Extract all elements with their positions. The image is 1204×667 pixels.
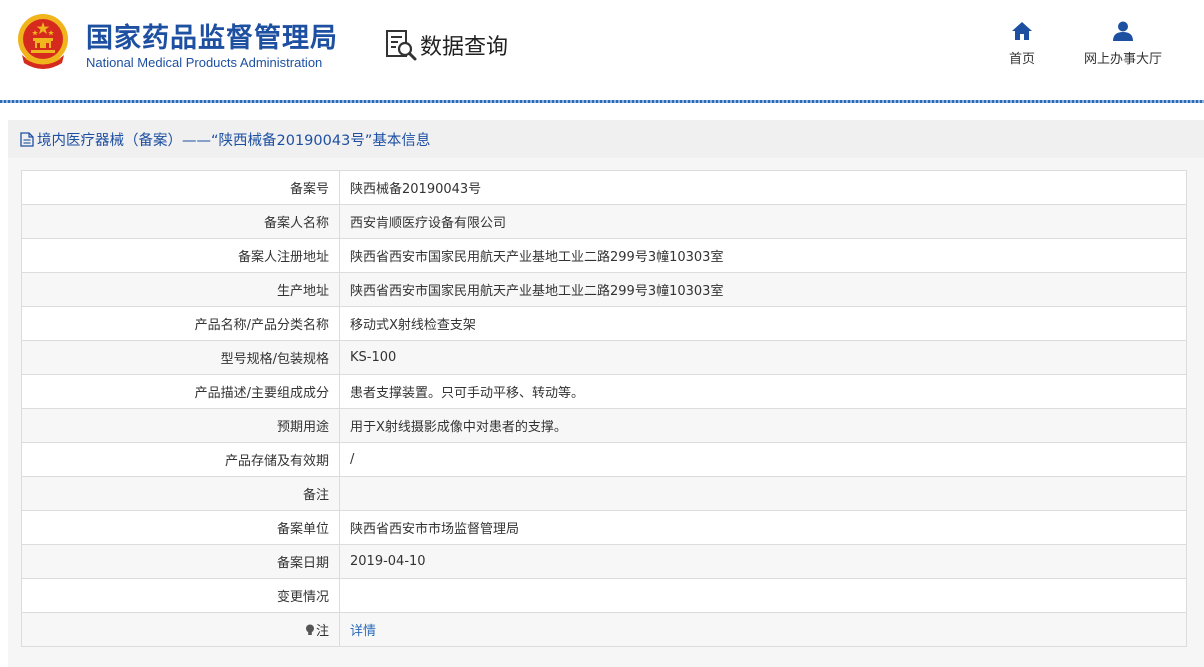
note-label-cell: 注 [21,612,340,647]
field-value: 西安肯顺医疗设备有限公司 [339,204,1187,239]
table-row: 产品名称/产品分类名称 移动式X射线检查支架 [21,306,1187,341]
header-divider [0,100,1204,103]
table-row: 产品存储及有效期 / [21,442,1187,477]
note-label: 注 [315,624,329,639]
field-label: 备案人注册地址 [21,238,340,273]
table-row: 备案日期 2019-04-10 [21,544,1187,579]
site-header: 国家药品监督管理局 National Medical Products Admi… [0,0,1204,100]
field-value: 2019-04-10 [339,544,1187,579]
field-label: 产品存储及有效期 [21,442,340,477]
field-label: 产品描述/主要组成成分 [21,374,340,409]
note-value-cell: 详情 [339,612,1187,647]
field-value [339,476,1187,511]
data-query-label: 数据查询 [420,35,509,60]
nav-home-label: 首页 [1008,52,1035,67]
field-value: 陕西械备20190043号 [339,170,1187,205]
brand-name-cn: 国家药品监督管理局 [86,23,338,54]
field-value: KS-100 [339,340,1187,375]
table-row: 备案人名称 西安肯顺医疗设备有限公司 [21,204,1187,239]
field-label: 预期用途 [21,408,340,443]
brand-name-en: National Medical Products Administration [86,55,323,70]
table-row: 产品描述/主要组成成分 患者支撑装置。只可手动平移、转动等。 [21,374,1187,409]
nav-online-hall-label: 网上办事大厅 [1083,52,1162,67]
field-value: 用于X射线摄影成像中对患者的支撑。 [339,408,1187,443]
data-query-heading: 数据查询 [384,27,508,63]
field-label: 产品名称/产品分类名称 [21,306,340,341]
field-value: 陕西省西安市市场监督管理局 [339,510,1187,545]
nav-home-link[interactable]: 首页 [1002,20,1042,67]
record-title-bar: 境内医疗器械（备案）——“陕西械备20190043号”基本信息 [8,120,1204,158]
field-label: 备案人名称 [21,204,340,239]
table-row: 备案人注册地址 陕西省西安市国家民用航天产业基地工业二路299号3幢10303室 [21,238,1187,273]
table-row: 备案单位 陕西省西安市市场监督管理局 [21,510,1187,545]
field-value: 移动式X射线检查支架 [339,306,1187,341]
document-search-icon [386,30,417,61]
table-row-note: 注 详情 [21,612,1187,647]
table-row: 变更情况 [21,578,1187,613]
detail-link[interactable]: 详情 [350,624,376,639]
field-label: 变更情况 [21,578,340,613]
table-row: 预期用途 用于X射线摄影成像中对患者的支撑。 [21,408,1187,443]
record-detail-panel: 备案号 陕西械备20190043号 备案人名称 西安肯顺医疗设备有限公司 备案人注册地址… [8,158,1204,667]
field-value: 陕西省西安市国家民用航天产业基地工业二路299号3幢10303室 [339,272,1187,307]
record-detail-table: 备案号 陕西械备20190043号 备案人名称 西安肯顺医疗设备有限公司 备案人注册地址… [21,170,1187,647]
field-label: 备案单位 [21,510,340,545]
field-value: / [339,442,1187,477]
field-label: 备案日期 [21,544,340,579]
field-value [339,578,1187,613]
table-row: 型号规格/包装规格 KS-100 [21,340,1187,375]
home-icon [1012,22,1032,40]
document-icon [20,131,34,147]
field-label: 备注 [21,476,340,511]
record-title: 境内医疗器械（备案）——“陕西械备20190043号”基本信息 [37,132,431,149]
table-row: 备案号 陕西械备20190043号 [21,170,1187,205]
lightbulb-icon [305,624,314,635]
national-emblem-icon [18,14,68,69]
user-icon [1113,21,1133,41]
field-value: 患者支撑装置。只可手动平移、转动等。 [339,374,1187,409]
field-label: 型号规格/包装规格 [21,340,340,375]
field-label: 生产地址 [21,272,340,307]
field-label: 备案号 [21,170,340,205]
table-row: 生产地址 陕西省西安市国家民用航天产业基地工业二路299号3幢10303室 [21,272,1187,307]
field-value: 陕西省西安市国家民用航天产业基地工业二路299号3幢10303室 [339,238,1187,273]
nav-online-hall-link[interactable]: 网上办事大厅 [1076,20,1170,67]
table-row: 备注 [21,476,1187,511]
